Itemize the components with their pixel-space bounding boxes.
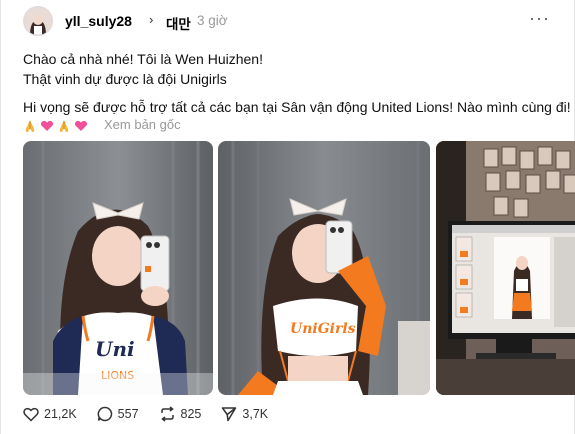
repost-icon xyxy=(160,406,174,422)
pink-heart-icon xyxy=(40,119,55,134)
repost-button[interactable]: 825 xyxy=(159,406,202,422)
folded-hands-icon xyxy=(23,119,38,134)
post-text-line: Thật vinh dự được là đội Unigirls xyxy=(23,71,227,87)
chevron-right-icon: › xyxy=(149,12,154,27)
folded-hands-icon xyxy=(57,119,72,134)
reply-button[interactable]: 557 xyxy=(97,406,139,422)
reply-count: 557 xyxy=(117,407,139,421)
photo-carousel[interactable]: Uni LIONS UniGirls xyxy=(23,141,575,395)
heart-icon xyxy=(23,407,39,422)
post-text-line: Chào cả nhà nhé! Tôi là Wen Huizhen! xyxy=(23,51,263,67)
photo-3[interactable] xyxy=(436,141,575,395)
like-count: 21,2K xyxy=(44,407,77,421)
post-header: yll_suly28 › 대만 3 giờ ··· xyxy=(19,6,560,36)
avatar[interactable] xyxy=(23,6,53,36)
post-text-line: Hi vọng sẽ được hỗ trợ tất cả các bạn tạ… xyxy=(23,99,571,115)
photo-2[interactable]: UniGirls xyxy=(218,141,430,395)
see-original-link[interactable]: Xem bản gốc xyxy=(104,117,181,132)
pink-heart-icon xyxy=(74,119,89,134)
more-options-icon[interactable]: ··· xyxy=(529,8,550,29)
comment-icon xyxy=(97,406,112,422)
send-icon xyxy=(222,407,237,422)
action-bar: 21,2K 557 825 3,7K xyxy=(23,404,288,424)
repost-count: 825 xyxy=(180,407,202,421)
svg-text:UniGirls: UniGirls xyxy=(290,321,356,337)
post-time: 3 giờ xyxy=(197,13,228,28)
photo-1[interactable]: Uni LIONS xyxy=(23,141,213,395)
like-button[interactable]: 21,2K xyxy=(23,407,77,422)
post-card: yll_suly28 › 대만 3 giờ ··· Chào cả nhà nh… xyxy=(0,0,575,434)
share-count: 3,7K xyxy=(242,407,269,421)
location-label[interactable]: 대만 xyxy=(166,13,191,33)
share-button[interactable]: 3,7K xyxy=(221,406,268,422)
username[interactable]: yll_suly28 xyxy=(65,13,132,29)
emoji-row xyxy=(23,117,89,135)
svg-text:Uni: Uni xyxy=(95,337,135,361)
